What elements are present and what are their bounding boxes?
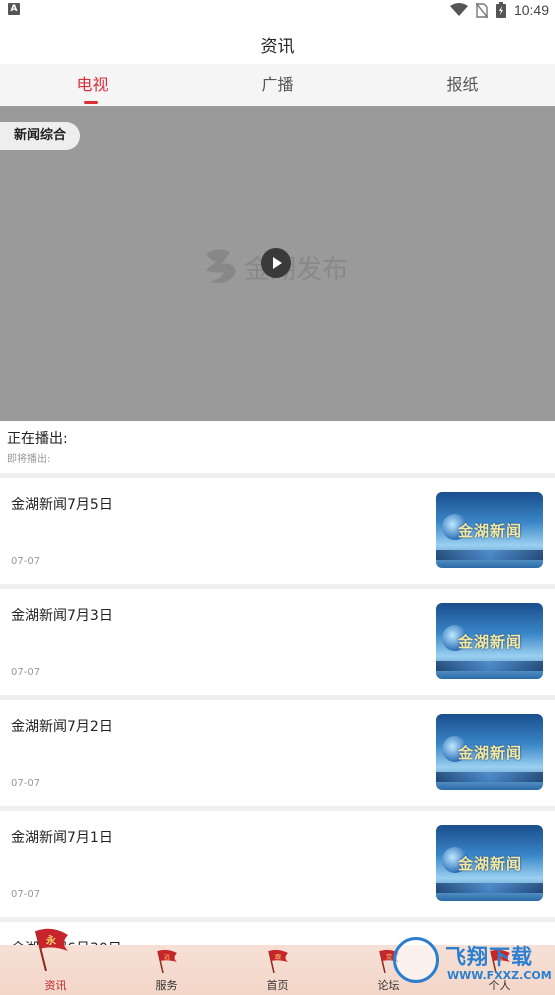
list-item[interactable]: 金湖新闻7月2日 07-07 金湖新闻	[0, 695, 555, 801]
item-date: 07-07	[11, 556, 41, 567]
up-next-label: 即将播出:	[7, 454, 51, 465]
nav-news[interactable]: 永 资讯	[0, 928, 111, 995]
status-bar: A 10:49	[0, 0, 555, 20]
item-thumbnail: 金湖新闻	[436, 714, 543, 790]
flag-icon: 永	[35, 928, 68, 971]
tab-bar: 电视 广播 报纸	[0, 64, 555, 106]
flag-char: 跟	[275, 954, 281, 961]
tab-radio[interactable]: 广播	[185, 64, 370, 106]
item-date: 07-07	[11, 889, 41, 900]
nav-services[interactable]: 远 服务	[111, 945, 222, 995]
item-date: 07-07	[11, 667, 41, 678]
item-thumbnail: 金湖新闻	[436, 492, 543, 568]
watermark-brand: 飞翔下载	[445, 945, 533, 969]
thumbnail-band	[436, 883, 543, 893]
thumbnail-caption: 金湖新闻	[458, 522, 523, 540]
flag-char: 远	[164, 953, 170, 961]
nav-label: 首页	[266, 979, 289, 992]
thumbnail-band	[436, 550, 543, 560]
list-item[interactable]: 金湖新闻7月1日 07-07 金湖新闻	[0, 806, 555, 912]
app-notification-icon: A	[8, 3, 20, 15]
list-item[interactable]: 金湖新闻7月3日 07-07 金湖新闻	[0, 584, 555, 690]
site-watermark: 飞翔下载 WWW.FXXZ.COM	[389, 935, 552, 991]
watermark-url: WWW.FXXZ.COM	[447, 969, 552, 982]
thumbnail-caption: 金湖新闻	[458, 633, 523, 651]
item-title: 金湖新闻7月2日	[11, 719, 113, 735]
battery-charging-icon	[495, 2, 506, 18]
flag-char: 永	[45, 934, 57, 947]
app-header: 资讯	[0, 20, 555, 64]
play-button[interactable]	[261, 248, 291, 278]
thumbnail-caption: 金湖新闻	[458, 855, 523, 873]
item-date: 07-07	[11, 778, 41, 789]
play-icon	[273, 257, 282, 269]
channel-tag[interactable]: 新闻综合	[0, 122, 81, 150]
now-playing-panel: 正在播出: 即将播出:	[0, 421, 555, 473]
now-playing-label: 正在播出:	[7, 431, 68, 447]
item-title: 金湖新闻7月5日	[11, 497, 113, 513]
thumbnail-band	[436, 661, 543, 671]
flag-icon: 跟	[268, 949, 288, 973]
list-item[interactable]: 金湖新闻7月5日 07-07 金湖新闻	[0, 473, 555, 579]
video-player[interactable]: 新闻综合 金湖发布	[0, 106, 555, 421]
active-tab-indicator	[84, 101, 98, 104]
tab-newspaper[interactable]: 报纸	[370, 64, 555, 106]
status-icons: 10:49	[449, 1, 549, 19]
clock: 10:49	[513, 2, 549, 18]
page-title: 资讯	[260, 37, 295, 57]
no-sim-icon	[475, 2, 488, 18]
thumbnail-caption: 金湖新闻	[458, 744, 523, 762]
nav-label: 资讯	[44, 979, 67, 992]
video-watermark-text: 金湖发布	[244, 255, 348, 285]
wifi-icon	[449, 3, 468, 16]
item-title: 金湖新闻7月3日	[11, 608, 113, 624]
thumbnail-band	[436, 772, 543, 782]
item-thumbnail: 金湖新闻	[436, 603, 543, 679]
flag-icon: 远	[157, 949, 177, 973]
watermark-logo-icon	[393, 937, 439, 983]
tab-tv[interactable]: 电视	[0, 64, 185, 106]
nav-label: 服务	[155, 979, 178, 992]
item-thumbnail: 金湖新闻	[436, 825, 543, 901]
nav-home[interactable]: 跟 首页	[222, 945, 333, 995]
item-title: 金湖新闻7月1日	[11, 830, 113, 846]
